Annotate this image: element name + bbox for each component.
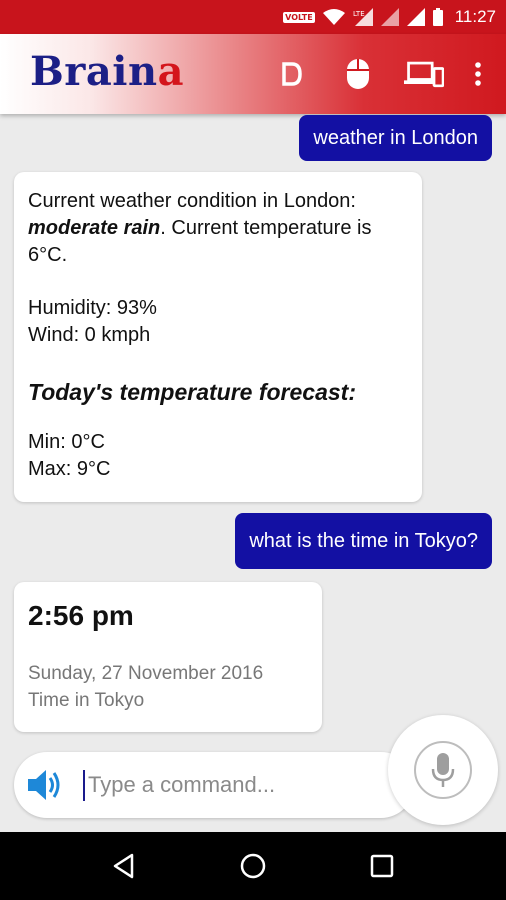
back-icon[interactable] xyxy=(104,846,144,886)
home-icon[interactable] xyxy=(233,846,273,886)
microphone-icon xyxy=(414,741,472,799)
user-message: weather in London xyxy=(299,115,492,161)
chat-area[interactable]: weather in London Current weather condit… xyxy=(0,114,506,749)
clock: 11:27 xyxy=(454,7,496,26)
recents-icon[interactable] xyxy=(362,846,402,886)
devices-icon[interactable] xyxy=(404,54,444,94)
lte-signal-icon: LTE xyxy=(353,8,373,26)
speaker-icon[interactable] xyxy=(26,767,64,803)
signal-icon xyxy=(380,8,399,26)
wind-text: Wind: 0 kmph xyxy=(28,324,151,346)
time-card: 2:56 pm Sunday, 27 November 2016 Time in… xyxy=(14,582,322,732)
min-temp-text: Min: 0°C xyxy=(28,431,105,453)
humidity-text: Humidity: 93% xyxy=(28,297,157,319)
weather-condition-text: Current weather condition in London: mod… xyxy=(28,190,372,266)
braina-logo: Braina xyxy=(30,48,184,95)
user-message: what is the time in Tokyo? xyxy=(235,513,492,569)
wifi-icon xyxy=(322,9,345,25)
signal-icon-2 xyxy=(406,8,425,26)
date-text: Sunday, 27 November 2016 xyxy=(28,663,264,684)
max-temp-text: Max: 9°C xyxy=(28,458,111,480)
status-bar: VOLTE LTE 11:27 xyxy=(0,0,506,34)
svg-text:LTE: LTE xyxy=(353,10,365,18)
status-icons: VOLTE LTE 11:27 xyxy=(283,0,496,34)
time-label: Time in Tokyo xyxy=(28,690,145,711)
battery-icon xyxy=(432,8,443,26)
text-cursor xyxy=(83,770,85,801)
more-vert-icon[interactable] xyxy=(468,54,488,94)
mic-button[interactable] xyxy=(388,715,498,825)
app-bar: Braina xyxy=(0,34,506,114)
tokyo-time: 2:56 pm xyxy=(28,600,134,631)
mouse-icon[interactable] xyxy=(338,54,378,94)
weather-card: Current weather condition in London: mod… xyxy=(14,172,422,502)
app-bar-actions xyxy=(246,34,488,114)
forecast-heading: Today's temperature forecast: xyxy=(28,379,356,405)
command-input[interactable] xyxy=(88,764,388,806)
system-nav-bar xyxy=(0,832,506,900)
command-bar xyxy=(14,752,414,818)
condition-value: moderate rain xyxy=(28,217,161,239)
d-icon[interactable] xyxy=(272,54,312,94)
volte-badge: VOLTE xyxy=(283,11,315,23)
